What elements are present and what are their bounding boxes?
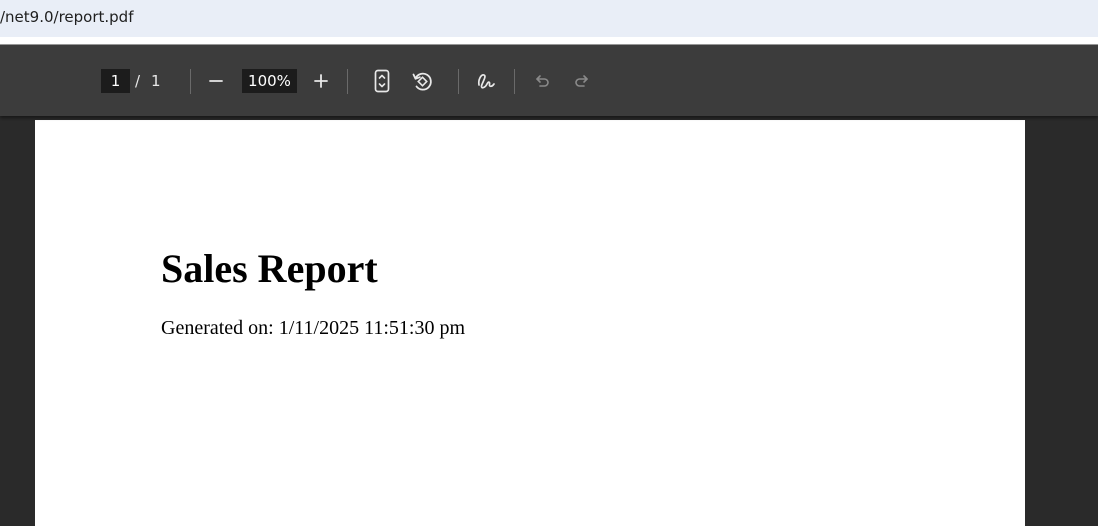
toolbar-separator <box>514 69 515 94</box>
page-number-input[interactable]: 1 <box>101 69 130 93</box>
rotate-button[interactable] <box>408 67 436 95</box>
toolbar-separator <box>190 69 191 94</box>
pdf-viewer-area[interactable]: Sales Report Generated on: 1/11/2025 11:… <box>0 116 1098 526</box>
toolbar-separator <box>458 69 459 94</box>
redo-button[interactable] <box>568 67 596 95</box>
pdf-page: Sales Report Generated on: 1/11/2025 11:… <box>35 120 1025 526</box>
toolbar-separator <box>347 69 348 94</box>
url-text[interactable]: /net9.0/report.pdf <box>0 8 133 26</box>
undo-icon <box>536 75 549 87</box>
generated-timestamp: Generated on: 1/11/2025 11:51:30 pm <box>161 317 466 339</box>
draw-button[interactable] <box>472 67 500 95</box>
redo-icon <box>575 75 588 87</box>
fit-to-page-button[interactable] <box>368 67 396 95</box>
rotate-counterclockwise-icon <box>412 72 432 91</box>
plus-icon <box>314 74 328 88</box>
zoom-out-button[interactable] <box>202 67 230 95</box>
page-separator: / <box>135 72 141 90</box>
undo-button[interactable] <box>528 67 556 95</box>
page-total: 1 <box>151 72 161 90</box>
document-title: Sales Report <box>161 246 378 291</box>
fit-to-page-icon <box>374 69 390 93</box>
zoom-in-button[interactable] <box>307 67 335 95</box>
pdf-toolbar: 1 / 1 100% <box>0 45 1098 116</box>
address-bar[interactable]: /net9.0/report.pdf <box>0 0 1098 37</box>
draw-signature-icon <box>477 74 495 89</box>
zoom-level-input[interactable]: 100% <box>242 69 297 93</box>
minus-icon <box>209 80 223 82</box>
